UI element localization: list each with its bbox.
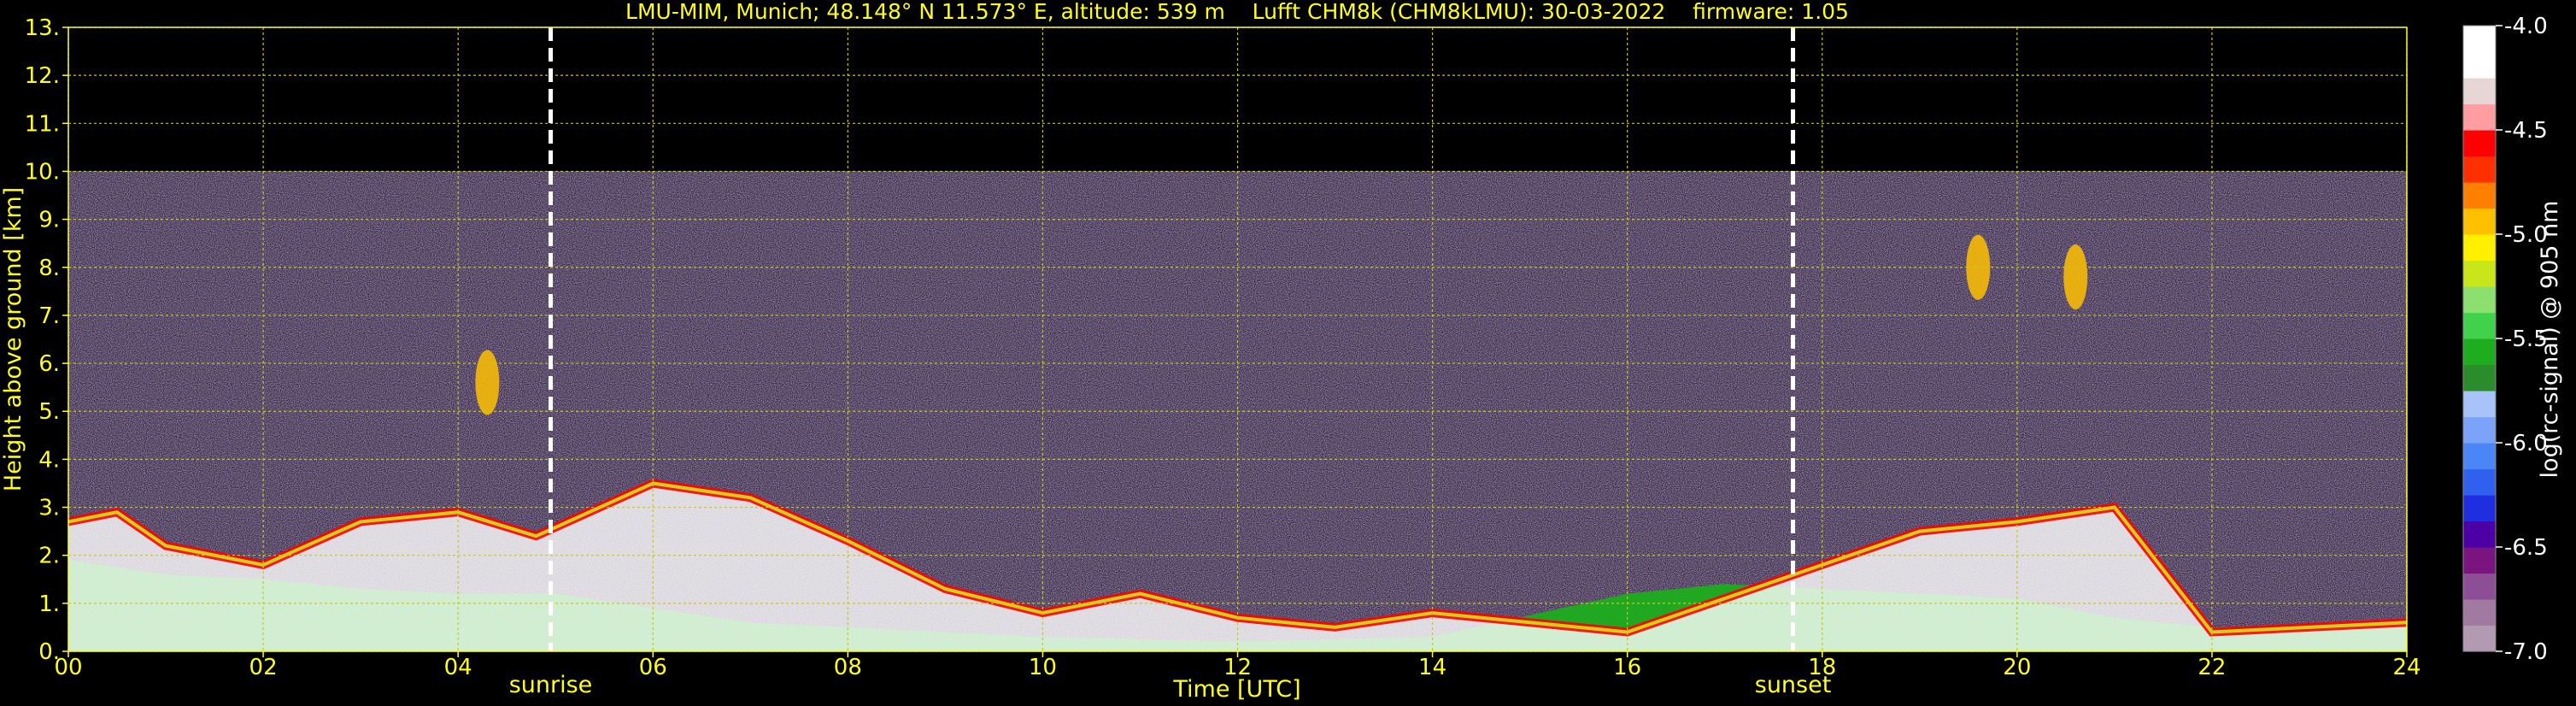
colorbar-swatch-13 (2463, 286, 2496, 314)
y-tick-label-8: 8. (38, 256, 60, 281)
colorbar-swatch-2 (2463, 573, 2496, 600)
y-axis-ticks: 0. 1. 2. 3. 4. 5. 6. 7. 8. 9. 10. 11. 12. 13. (25, 15, 68, 665)
y-tick-label-6: 6. (38, 351, 60, 377)
x-tick-label-8: 16 (1613, 655, 1641, 680)
colorbar-swatch-21 (2463, 78, 2496, 105)
x-axis-label: Time [UTC] (1172, 676, 1300, 703)
colorbar-swatch-4 (2463, 521, 2496, 548)
y-tick-label-10: 10. (25, 159, 60, 185)
colorbar-swatch-6 (2463, 468, 2496, 496)
y-tick-label-12: 12. (25, 63, 60, 89)
x-tick-label-3: 06 (639, 655, 667, 680)
x-tick-label-2: 04 (444, 655, 472, 680)
colorbar-label: log(rc-signal) @ 905 nm (2537, 201, 2563, 479)
colorbar-swatch-11 (2463, 338, 2496, 366)
y-tick-label-5: 5. (38, 399, 60, 425)
ceilometer-chart: sunrise sunset 00 02 04 06 08 10 12 14 16 18 20 22 24… (0, 0, 2563, 703)
y-tick-label-3: 3. (38, 496, 60, 521)
colorbar-swatch-9 (2463, 391, 2496, 418)
x-tick-label-1: 02 (249, 655, 278, 680)
cirrus-patch-2 (2063, 244, 2088, 309)
y-tick-label-11: 11. (25, 111, 60, 137)
x-tick-label-4: 08 (834, 655, 862, 680)
x-tick-label-7: 14 (1418, 655, 1446, 680)
colorbar-swatch-3 (2463, 547, 2496, 574)
colorbar-swatch-0 (2463, 625, 2496, 652)
y-tick-label-7: 7. (38, 303, 60, 329)
colorbar-tick-label-0: -4.0 (2504, 14, 2548, 39)
y-tick-label-2: 2. (38, 544, 60, 569)
colorbar-tick-label-5: -6.5 (2504, 535, 2548, 561)
colorbar-swatch-22 (2463, 51, 2496, 79)
x-tick-label-10: 20 (2003, 655, 2031, 680)
cirrus-patch-0 (475, 350, 500, 415)
colorbar-swatch-23 (2463, 26, 2496, 53)
colorbar-swatch-1 (2463, 599, 2496, 627)
colorbar-swatch-10 (2463, 364, 2496, 391)
chart-title: LMU-MIM, Munich; 48.148° N 11.573° E, al… (625, 0, 1849, 24)
sunrise-label: sunrise (509, 672, 593, 698)
y-tick-label-4: 4. (38, 447, 60, 473)
x-tick-label-9: 18 (1808, 655, 1836, 680)
colorbar-tick-label-1: -4.5 (2504, 118, 2548, 144)
y-axis-label: Height above ground [km] (0, 187, 26, 491)
x-tick-label-11: 22 (2198, 655, 2226, 680)
colorbar-swatch-5 (2463, 495, 2496, 522)
y-tick-label-9: 9. (38, 208, 60, 233)
colorbar-swatch-16 (2463, 208, 2496, 235)
colorbar-swatch-7 (2463, 443, 2496, 470)
colorbar-swatch-15 (2463, 234, 2496, 262)
x-tick-label-12: 24 (2392, 655, 2421, 680)
colorbar-swatch-8 (2463, 416, 2496, 444)
y-tick-label-1: 1. (38, 591, 60, 617)
colorbar-swatch-14 (2463, 260, 2496, 287)
colorbar: -4.0-4.5-5.0-5.5-6.0-6.5-7.0 (2462, 14, 2548, 665)
colorbar-swatch-12 (2463, 312, 2496, 339)
colorbar-swatch-19 (2463, 130, 2496, 157)
colorbar-swatch-20 (2463, 103, 2496, 131)
y-tick-label-0: 0. (38, 639, 60, 665)
colorbar-tick-label-6: -7.0 (2504, 639, 2548, 665)
colorbar-swatch-17 (2463, 182, 2496, 209)
y-tick-label-13: 13. (25, 15, 60, 41)
colorbar-swatch-18 (2463, 156, 2496, 183)
x-tick-label-5: 10 (1029, 655, 1057, 680)
